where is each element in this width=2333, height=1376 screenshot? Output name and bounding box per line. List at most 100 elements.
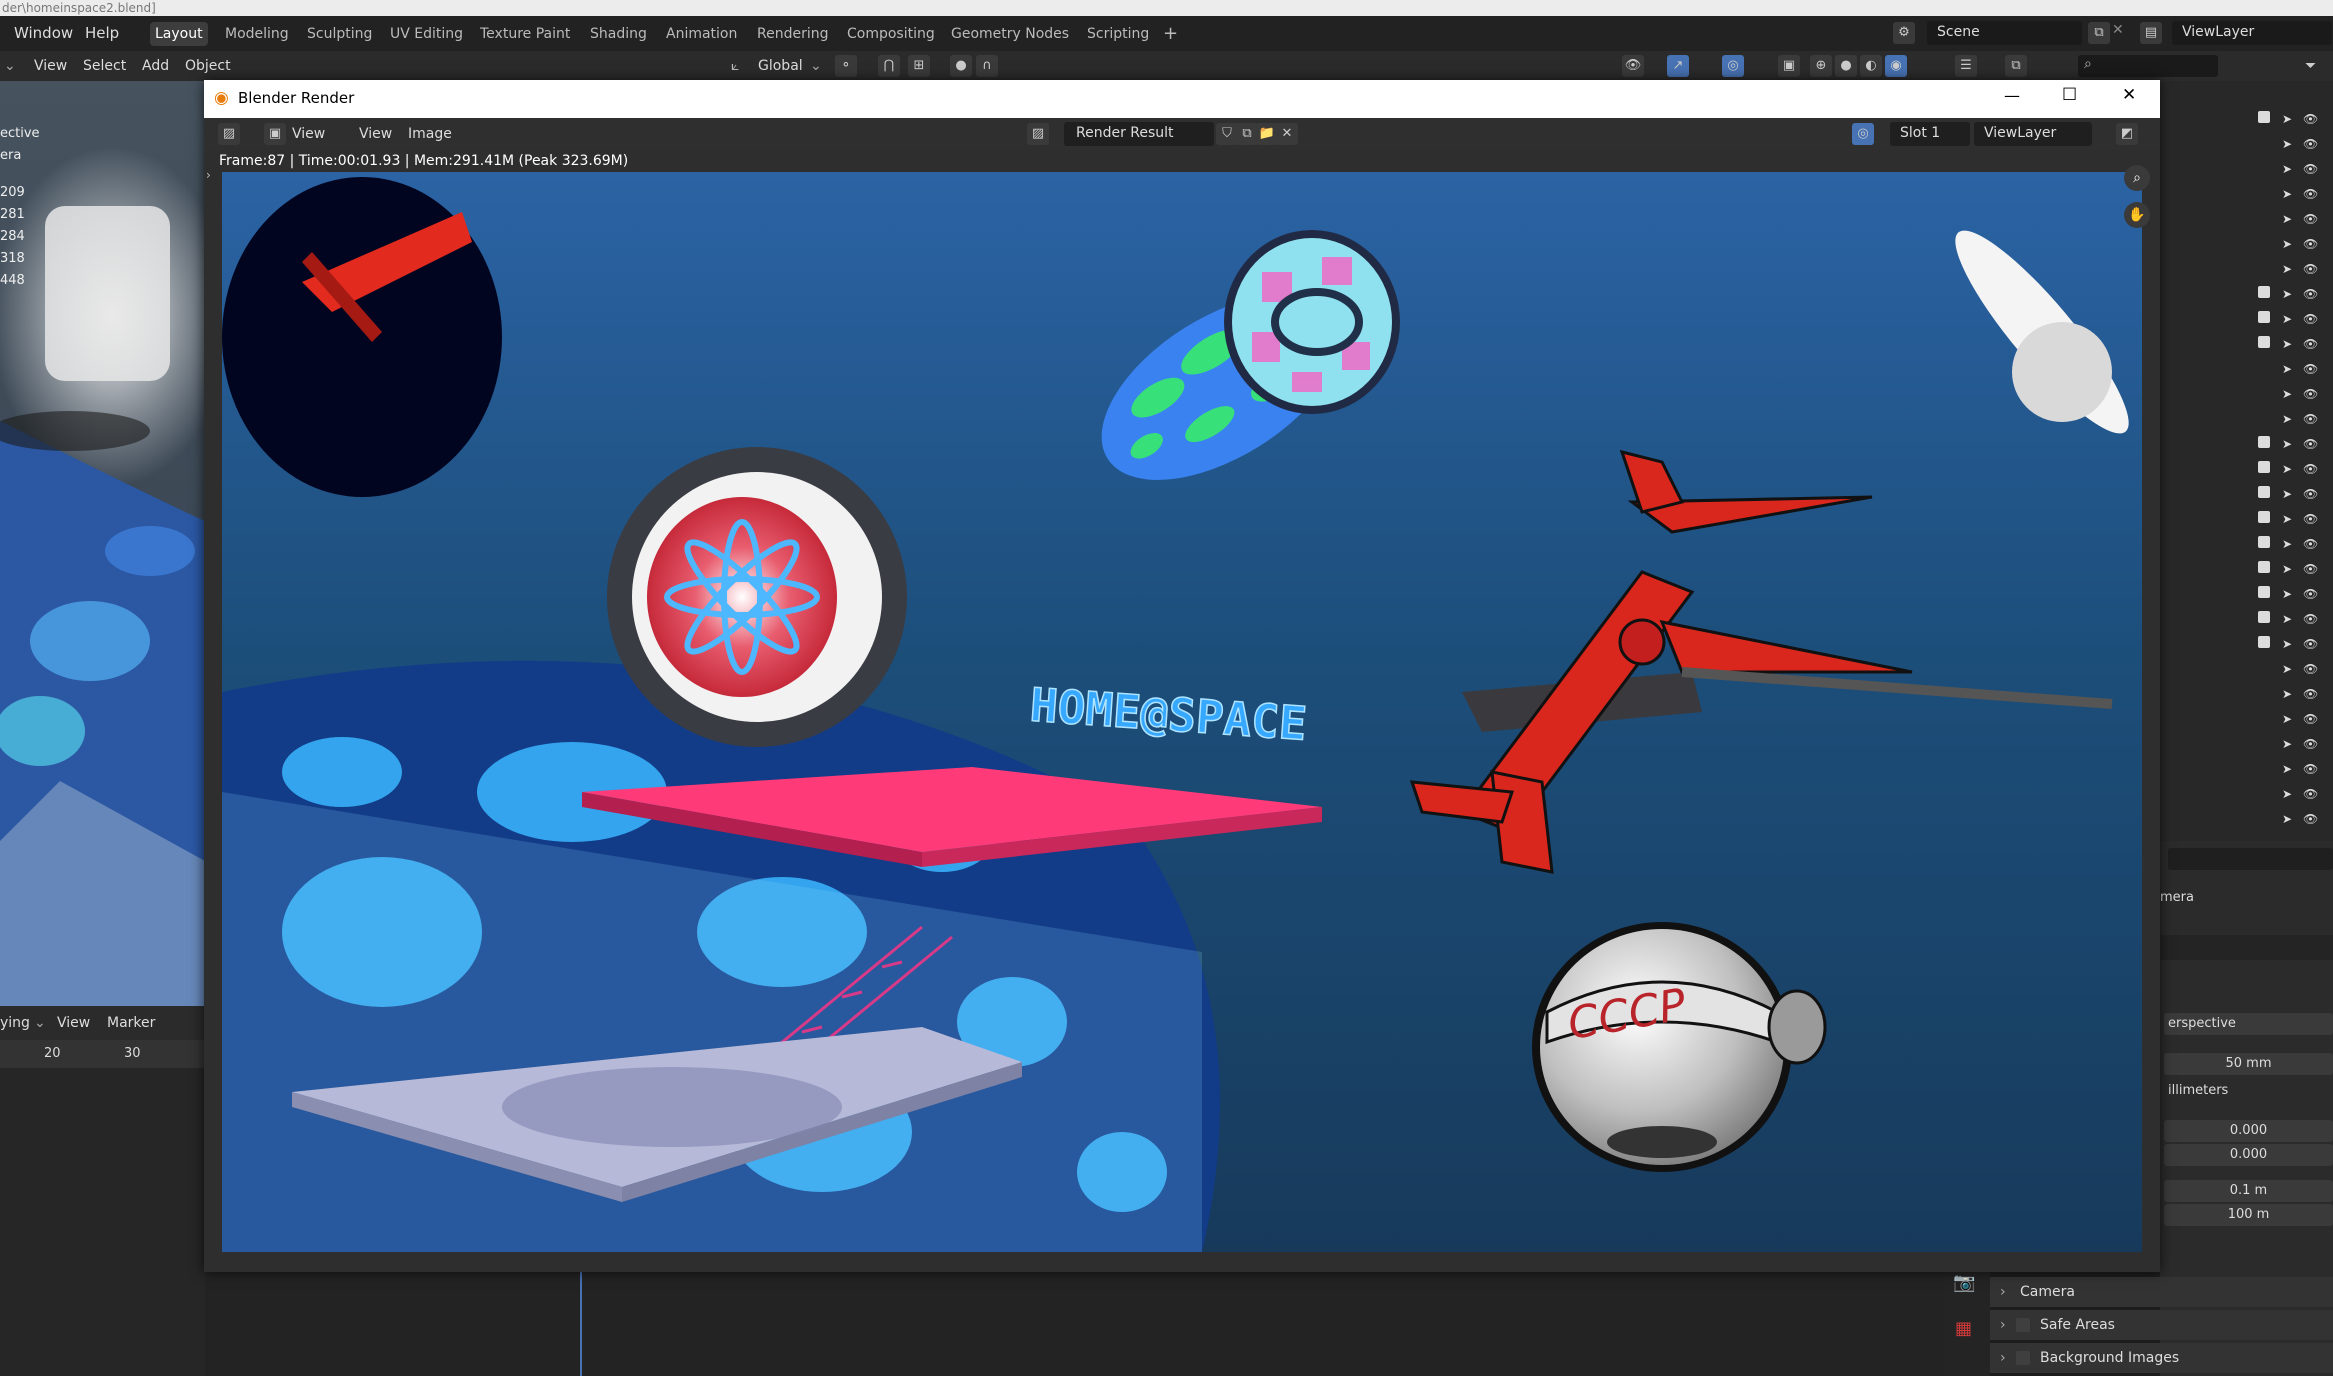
scene-selector-icon[interactable]: ⚙ [1893, 22, 1915, 44]
pan-hand-icon[interactable]: ✋ [2124, 202, 2150, 228]
select-arrow-icon[interactable]: ➤ [2282, 362, 2292, 376]
rendered-shading-icon[interactable]: ◉ [1885, 55, 1907, 77]
visibility-eye-icon[interactable]: 👁 [2303, 787, 2318, 801]
select-arrow-icon[interactable]: ➤ [2282, 462, 2292, 476]
select-arrow-icon[interactable]: ➤ [2282, 762, 2292, 776]
shift-y-field[interactable]: 0.000 [2164, 1144, 2333, 1166]
visibility-eye-icon[interactable]: 👁 [2303, 737, 2318, 751]
timeline-menu-view[interactable]: View [57, 1006, 90, 1040]
select-arrow-icon[interactable]: ➤ [2282, 262, 2292, 276]
visibility-eye-icon[interactable]: 👁 [2303, 162, 2318, 176]
visibility-eye-icon[interactable]: 👁 [2303, 637, 2318, 651]
row-checkbox[interactable] [2258, 286, 2270, 298]
visibility-eye-icon[interactable]: 👁 [2303, 437, 2318, 451]
display-settings-icon[interactable]: ◩ [2116, 123, 2138, 145]
safe-areas-checkbox[interactable] [2016, 1318, 2030, 1332]
visibility-eye-icon[interactable]: 👁 [2303, 687, 2318, 701]
menu-help[interactable]: Help [85, 16, 119, 51]
timeline-area[interactable] [205, 1270, 1945, 1376]
timeline-ruler[interactable]: 20 30 [0, 1040, 205, 1068]
tab-sculpting[interactable]: Sculpting [302, 22, 377, 46]
display-channels-icon[interactable]: ◎ [1852, 123, 1874, 145]
snap-target-icon[interactable]: ⊞ [908, 55, 930, 77]
select-arrow-icon[interactable]: ➤ [2282, 187, 2292, 201]
visibility-eye-icon[interactable]: 👁 [2303, 462, 2318, 476]
select-arrow-icon[interactable]: ➤ [2282, 212, 2292, 226]
timeline-menu-marker[interactable]: Marker [107, 1006, 155, 1040]
sidebar-toggle-icon[interactable]: › [206, 168, 211, 182]
visibility-eye-icon[interactable]: 👁 [2303, 612, 2318, 626]
scene-field[interactable]: Scene [1927, 21, 2082, 45]
visibility-eye-icon[interactable]: 👁 [2303, 337, 2318, 351]
add-workspace-button[interactable]: + [1158, 22, 1183, 46]
select-arrow-icon[interactable]: ➤ [2282, 612, 2292, 626]
outliner-search-input[interactable]: ⌕ [2078, 55, 2218, 77]
clip-start-field[interactable]: 0.1 m [2164, 1180, 2333, 1202]
display-mode-icon[interactable]: ⧉ [2005, 55, 2027, 77]
wireframe-shading-icon[interactable]: ⊕ [1810, 55, 1832, 77]
visibility-eye-icon[interactable]: 👁 [2303, 562, 2318, 576]
select-arrow-icon[interactable]: ➤ [2282, 537, 2292, 551]
row-checkbox[interactable] [2258, 636, 2270, 648]
xray-icon[interactable]: ▣ [1778, 55, 1800, 77]
visibility-eye-icon[interactable]: 👁 [2303, 387, 2318, 401]
row-checkbox[interactable] [2258, 611, 2270, 623]
select-arrow-icon[interactable]: ➤ [2282, 587, 2292, 601]
visibility-eye-icon[interactable]: 👁 [2303, 262, 2318, 276]
menu-window[interactable]: Window [14, 16, 73, 51]
row-checkbox[interactable] [2258, 561, 2270, 573]
gizmo-icon[interactable]: ↗ [1667, 55, 1689, 77]
shift-x-field[interactable]: 0.000 [2164, 1120, 2333, 1142]
delete-scene-icon[interactable]: ✕ [2112, 22, 2124, 38]
select-arrow-icon[interactable]: ➤ [2282, 237, 2292, 251]
select-arrow-icon[interactable]: ➤ [2282, 637, 2292, 651]
focal-length-field[interactable]: 50 mm [2164, 1053, 2333, 1075]
tab-shading[interactable]: Shading [585, 22, 652, 46]
visibility-eye-icon[interactable]: 👁 [2303, 487, 2318, 501]
image-name-field[interactable]: Render Result [1064, 122, 1214, 146]
row-checkbox[interactable] [2258, 436, 2270, 448]
fake-user-icon[interactable]: ⛉ [1216, 123, 1238, 145]
visibility-eye-icon[interactable]: 👁 [2303, 237, 2318, 251]
row-checkbox[interactable] [2258, 536, 2270, 548]
editor-type-icon[interactable]: ▨ [218, 123, 240, 145]
select-arrow-icon[interactable]: ➤ [2282, 687, 2292, 701]
image-menu-view[interactable]: View [359, 118, 392, 150]
visibility-eye-icon[interactable]: 👁 [2303, 812, 2318, 826]
visibility-eye-icon[interactable]: 👁 [2303, 187, 2318, 201]
menu-select[interactable]: Select [83, 51, 126, 81]
visibility-icon[interactable]: 👁 [1622, 55, 1644, 77]
panel-safe-areas[interactable]: › Safe Areas [1990, 1310, 2333, 1340]
snap-icon[interactable]: ⋂ [878, 55, 900, 77]
new-image-icon[interactable]: ⧉ [1236, 123, 1258, 145]
select-arrow-icon[interactable]: ➤ [2282, 112, 2292, 126]
row-checkbox[interactable] [2258, 311, 2270, 323]
tab-scripting[interactable]: Scripting [1082, 22, 1154, 46]
3d-viewport[interactable]: ective era 209 281 284 318 448 [0, 81, 205, 1006]
tab-animation[interactable]: Animation [661, 22, 742, 46]
maximize-button[interactable]: ☐ [2062, 85, 2077, 105]
visibility-eye-icon[interactable]: 👁 [2303, 587, 2318, 601]
properties-search[interactable] [2168, 848, 2333, 870]
select-arrow-icon[interactable]: ➤ [2282, 737, 2292, 751]
editor-type-chevron-icon[interactable]: ⌄ [4, 51, 16, 81]
menu-object[interactable]: Object [185, 51, 231, 81]
tab-geometry-nodes[interactable]: Geometry Nodes [946, 22, 1074, 46]
row-checkbox[interactable] [2258, 336, 2270, 348]
panel-camera[interactable]: › Camera [1990, 1277, 2333, 1307]
unlink-image-icon[interactable]: ✕ [1276, 123, 1298, 145]
render-window-titlebar[interactable]: ◉ Blender Render — ☐ ✕ [204, 80, 2160, 118]
select-arrow-icon[interactable]: ➤ [2282, 512, 2292, 526]
texture-tab-icon[interactable]: ▦ [1955, 1318, 1972, 1339]
tab-compositing[interactable]: Compositing [842, 22, 940, 46]
visibility-eye-icon[interactable]: 👁 [2303, 362, 2318, 376]
camera-type-dropdown[interactable]: erspective [2164, 1013, 2333, 1035]
panel-background-images[interactable]: › Background Images [1990, 1343, 2333, 1373]
zoom-icon[interactable]: ⌕ [2124, 165, 2150, 191]
visibility-eye-icon[interactable]: 👁 [2303, 512, 2318, 526]
select-arrow-icon[interactable]: ➤ [2282, 387, 2292, 401]
view-mode-dropdown[interactable]: View [292, 118, 325, 150]
row-checkbox[interactable] [2258, 111, 2270, 123]
view-layer-icon[interactable]: ▤ [2140, 22, 2162, 44]
row-checkbox[interactable] [2258, 586, 2270, 598]
